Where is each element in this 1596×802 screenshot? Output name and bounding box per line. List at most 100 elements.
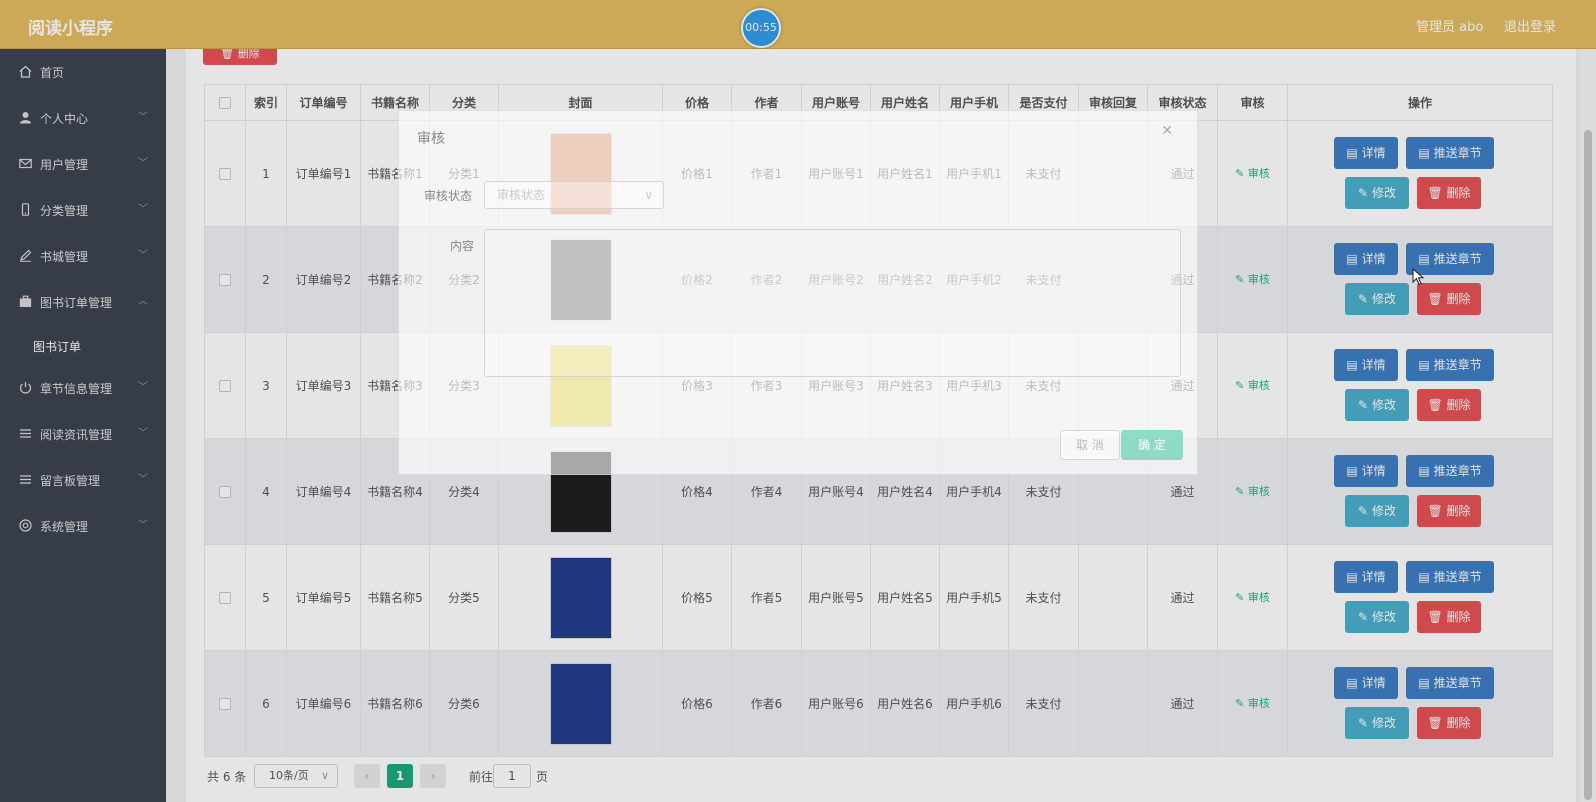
edit-button[interactable]: ✎ 修改 bbox=[1345, 494, 1409, 527]
audit-link[interactable]: ✎ 审核 bbox=[1235, 273, 1270, 286]
cancel-button[interactable]: 取 消 bbox=[1060, 430, 1120, 460]
chevron-down-icon: ﹀ bbox=[138, 158, 148, 169]
page-size-value: 10条/页 bbox=[269, 769, 309, 782]
row-checkbox[interactable] bbox=[219, 698, 231, 710]
sidebar-item-profile[interactable]: 个人中心 ﹀ bbox=[0, 95, 166, 141]
push-label: 推送章节 bbox=[1433, 357, 1482, 372]
push-chapter-button[interactable]: ▤ 推送章节 bbox=[1406, 136, 1494, 169]
row-select-cell[interactable] bbox=[204, 120, 246, 227]
content-textarea[interactable] bbox=[484, 229, 1181, 377]
delete-button[interactable]: 🗑 删除 bbox=[1417, 388, 1481, 421]
row-select-cell[interactable] bbox=[204, 226, 246, 333]
sidebar-item-category[interactable]: 分类管理 ﹀ bbox=[0, 187, 166, 233]
detail-button[interactable]: ▤ 详情 bbox=[1334, 242, 1398, 275]
sidebar-item-book-orders[interactable]: 图书订单管理 ︿ bbox=[0, 279, 166, 325]
cell-paid: 未支付 bbox=[1008, 544, 1079, 651]
edit-button[interactable]: ✎ 修改 bbox=[1345, 176, 1409, 209]
delete-button[interactable]: 🗑 删除 bbox=[1417, 494, 1481, 527]
audit-link[interactable]: ✎ 审核 bbox=[1235, 697, 1270, 710]
sidebar-item-home[interactable]: 首页 bbox=[0, 49, 166, 95]
push-label: 推送章节 bbox=[1433, 251, 1482, 266]
delete-button[interactable]: 🗑 删除 bbox=[1417, 600, 1481, 633]
delete-button[interactable]: 🗑 删除 bbox=[1417, 706, 1481, 739]
sidebar-item-label: 留言板管理 bbox=[40, 474, 101, 488]
delete-button[interactable]: 🗑 删除 bbox=[1417, 282, 1481, 315]
audit-link[interactable]: ✎ 审核 bbox=[1235, 591, 1270, 604]
detail-button[interactable]: ▤ 详情 bbox=[1334, 136, 1398, 169]
row-checkbox[interactable] bbox=[219, 592, 231, 604]
confirm-button[interactable]: 确 定 bbox=[1121, 430, 1183, 460]
cell-cover bbox=[498, 650, 663, 757]
detail-label: 详情 bbox=[1361, 145, 1386, 160]
edit-button[interactable]: ✎ 修改 bbox=[1345, 388, 1409, 421]
sidebar-item-users[interactable]: 用户管理 ﹀ bbox=[0, 141, 166, 187]
row-select-cell[interactable] bbox=[204, 650, 246, 757]
sidebar-item-label: 系统管理 bbox=[40, 520, 89, 534]
cell-phone: 用户手机6 bbox=[939, 650, 1009, 757]
detail-button[interactable]: ▤ 详情 bbox=[1334, 348, 1398, 381]
cell-order-no: 订单编号4 bbox=[286, 438, 361, 545]
chevron-down-icon: ∨ bbox=[320, 769, 329, 782]
row-select-cell[interactable] bbox=[204, 332, 246, 439]
audit-link[interactable]: ✎ 审核 bbox=[1235, 485, 1270, 498]
row-select-cell[interactable] bbox=[204, 544, 246, 651]
edit-icon: ✎ bbox=[1358, 715, 1369, 730]
sidebar-item-label: 分类管理 bbox=[40, 204, 89, 218]
delete-button[interactable]: 🗑 删除 bbox=[1417, 176, 1481, 209]
edit-button[interactable]: ✎ 修改 bbox=[1345, 282, 1409, 315]
cell-status: 通过 bbox=[1147, 650, 1218, 757]
detail-button[interactable]: ▤ 详情 bbox=[1334, 560, 1398, 593]
push-chapter-button[interactable]: ▤ 推送章节 bbox=[1406, 666, 1494, 699]
page-size-select[interactable]: 10条/页 ∨ bbox=[254, 764, 338, 788]
select-all-cell[interactable] bbox=[204, 84, 246, 121]
batch-delete-button[interactable]: 🗑 删除 bbox=[203, 49, 277, 65]
detail-button[interactable]: ▤ 详情 bbox=[1334, 666, 1398, 699]
cell-audit: ✎ 审核 bbox=[1217, 120, 1288, 227]
edit-icon: ✎ bbox=[1235, 697, 1245, 710]
row-select-cell[interactable] bbox=[204, 438, 246, 545]
cell-index: 6 bbox=[245, 650, 287, 757]
prev-page-button[interactable]: ‹ bbox=[354, 764, 380, 788]
goto-page-input[interactable]: 1 bbox=[493, 764, 531, 788]
delete-label: 删除 bbox=[1446, 397, 1471, 412]
close-icon[interactable]: ✕ bbox=[1161, 123, 1173, 139]
detail-button[interactable]: ▤ 详情 bbox=[1334, 454, 1398, 487]
row-actions: ▤ 详情 ▤ 推送章节 ✎ 修改 🗑 删除 bbox=[1290, 661, 1550, 747]
cell-audit: ✎ 审核 bbox=[1217, 332, 1288, 439]
chevron-up-icon: ︿ bbox=[138, 296, 148, 307]
column-header: 审核 bbox=[1217, 84, 1288, 121]
status-select[interactable]: 审核状态 ∨ bbox=[484, 181, 664, 209]
cell-order-no: 订单编号3 bbox=[286, 332, 361, 439]
power-icon bbox=[19, 381, 32, 394]
table-row: 6 订单编号6 书籍名称6 分类6 价格6 作者6 用户账号6 用户姓名6 用户… bbox=[204, 650, 1553, 757]
cell-paid: 未支付 bbox=[1008, 650, 1079, 757]
chevron-left-icon: ‹ bbox=[364, 769, 370, 783]
next-page-button[interactable]: › bbox=[420, 764, 446, 788]
push-label: 推送章节 bbox=[1433, 675, 1482, 690]
row-checkbox[interactable] bbox=[219, 274, 231, 286]
edit-button[interactable]: ✎ 修改 bbox=[1345, 706, 1409, 739]
row-checkbox[interactable] bbox=[219, 486, 231, 498]
audit-link[interactable]: ✎ 审核 bbox=[1235, 379, 1270, 392]
edit-icon: ✎ bbox=[1235, 167, 1245, 180]
sidebar-item-chapters[interactable]: 章节信息管理 ﹀ bbox=[0, 365, 166, 411]
logout-link[interactable]: 退出登录 bbox=[1504, 16, 1556, 35]
cell-index: 2 bbox=[245, 226, 287, 333]
row-checkbox[interactable] bbox=[219, 380, 231, 392]
row-actions: ▤ 详情 ▤ 推送章节 ✎ 修改 🗑 删除 bbox=[1290, 449, 1550, 535]
sidebar-item-bookstore[interactable]: 书城管理 ﹀ bbox=[0, 233, 166, 279]
audit-link[interactable]: ✎ 审核 bbox=[1235, 167, 1270, 180]
sidebar-item-messages[interactable]: 留言板管理 ﹀ bbox=[0, 457, 166, 503]
sidebar-subitem-book-order[interactable]: 图书订单 bbox=[0, 325, 166, 365]
dialog-title: 审核 bbox=[417, 131, 445, 147]
sidebar-item-news[interactable]: 阅读资讯管理 ﹀ bbox=[0, 411, 166, 457]
push-chapter-button[interactable]: ▤ 推送章节 bbox=[1406, 454, 1494, 487]
push-chapter-button[interactable]: ▤ 推送章节 bbox=[1406, 560, 1494, 593]
page-scrollbar-thumb[interactable] bbox=[1584, 130, 1592, 800]
sidebar-item-system[interactable]: 系统管理 ﹀ bbox=[0, 503, 166, 549]
edit-button[interactable]: ✎ 修改 bbox=[1345, 600, 1409, 633]
push-chapter-button[interactable]: ▤ 推送章节 bbox=[1406, 348, 1494, 381]
select-all-checkbox[interactable] bbox=[219, 97, 231, 109]
page-number-current[interactable]: 1 bbox=[387, 764, 413, 788]
row-checkbox[interactable] bbox=[219, 168, 231, 180]
